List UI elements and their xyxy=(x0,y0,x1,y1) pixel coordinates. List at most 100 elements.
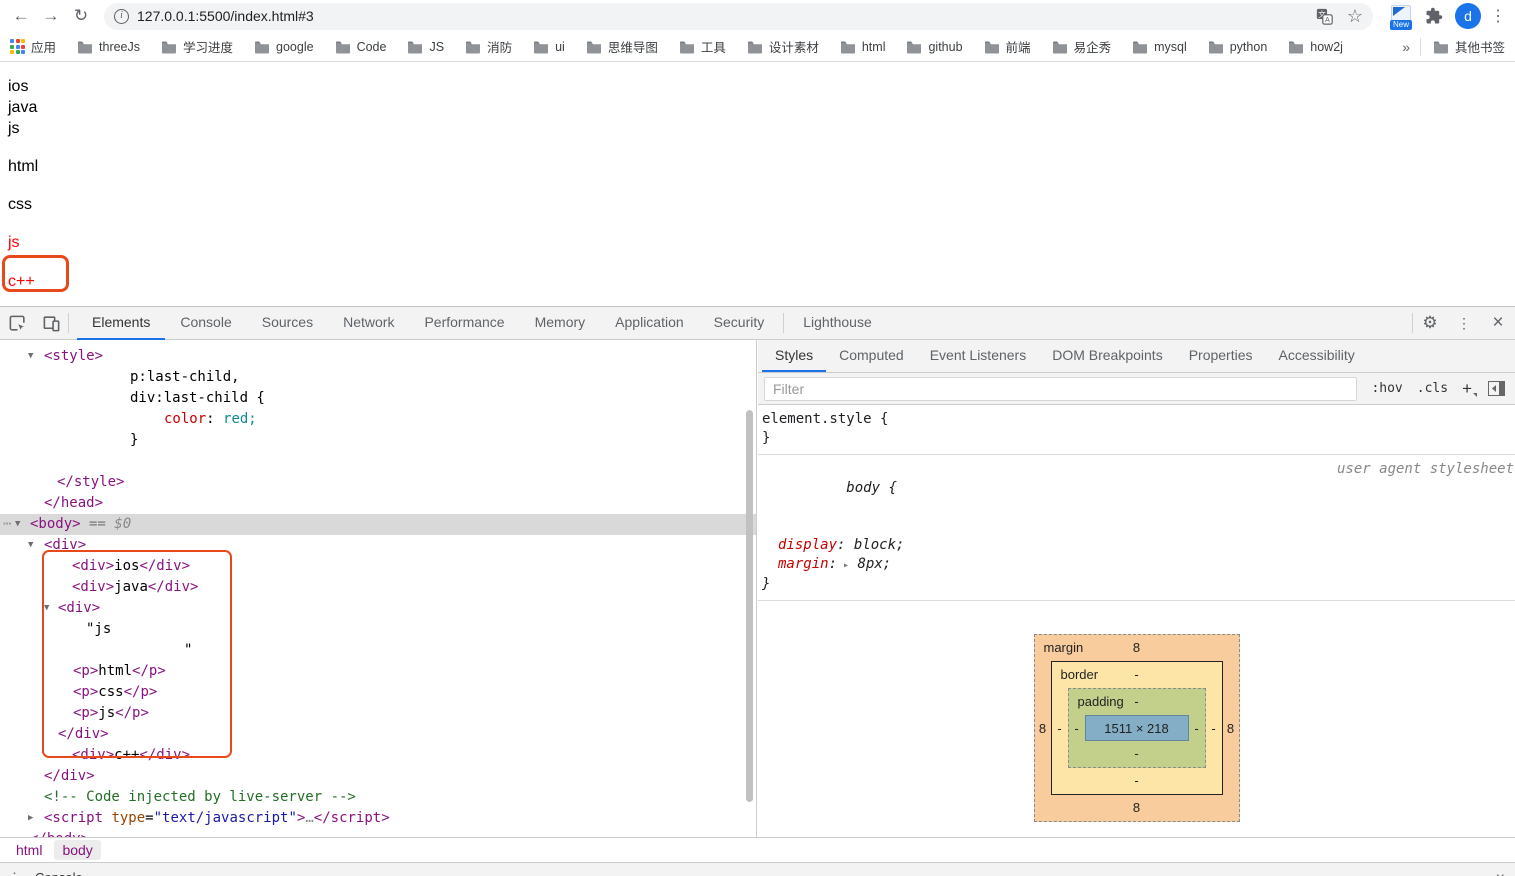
reload-icon[interactable]: ↻ xyxy=(66,2,96,30)
breadcrumb-html[interactable]: html xyxy=(8,840,50,860)
body-rule-section[interactable]: body { user agent stylesheet display: bl… xyxy=(758,455,1515,601)
bookmark-item[interactable]: mysql xyxy=(1132,40,1187,54)
bookmark-item[interactable]: html xyxy=(840,40,885,54)
devtools-tab-performance[interactable]: Performance xyxy=(409,307,519,340)
bookmark-item[interactable]: 前端 xyxy=(984,37,1031,56)
toggle-class-button[interactable]: .cls xyxy=(1417,381,1448,396)
dom-tree-line[interactable]: ▶ <script type="text/javascript">…</scrip… xyxy=(0,808,756,829)
margin-top-value[interactable]: 8 xyxy=(1133,640,1140,655)
border-top-value[interactable]: - xyxy=(1134,667,1138,682)
dom-tree-line[interactable]: ▼ <style> xyxy=(0,346,756,367)
bookmark-item[interactable]: 学习进度 xyxy=(161,37,233,56)
url-text[interactable]: 127.0.0.1:5500/index.html#3 xyxy=(137,8,314,24)
bookmark-item[interactable]: 设计素材 xyxy=(747,37,819,56)
translate-icon[interactable]: 文A xyxy=(1316,8,1333,25)
back-icon[interactable]: ← xyxy=(6,2,36,30)
devtools-tab-elements[interactable]: Elements xyxy=(77,307,166,340)
element-style-selector[interactable]: element.style { xyxy=(762,410,1511,429)
toggle-hover-state-button[interactable]: :hov xyxy=(1371,381,1402,396)
devtools-tab-sources[interactable]: Sources xyxy=(247,307,328,340)
styles-tab-dom-breakpoints[interactable]: DOM Breakpoints xyxy=(1039,340,1175,372)
expand-arrow-icon[interactable]: ▼ xyxy=(28,346,33,367)
dom-tree-line[interactable]: <!-- Code injected by live-server --> xyxy=(0,787,756,808)
margin-right-value[interactable]: 8 xyxy=(1223,721,1239,736)
styles-tab-event-listeners[interactable]: Event Listeners xyxy=(917,340,1040,372)
bookmark-item[interactable]: 消防 xyxy=(465,37,512,56)
box-model-margin[interactable]: margin 8 8 border - - padding - - 1511 ×… xyxy=(1033,634,1240,822)
margin-bottom-value[interactable]: 8 xyxy=(1133,800,1140,815)
body-rule-selector[interactable]: body { user agent stylesheet xyxy=(762,460,1514,536)
scrollbar-thumb[interactable] xyxy=(746,410,753,802)
dom-tree-line[interactable]: p:last-child, xyxy=(0,367,756,388)
margin-left-value[interactable]: 8 xyxy=(1035,721,1051,736)
dom-tree-line[interactable]: ⋯ ▼ <body> == $0 xyxy=(0,514,756,535)
collapse-arrow-icon[interactable]: ▶ xyxy=(28,808,33,829)
extensions-puzzle-icon[interactable] xyxy=(1425,7,1443,25)
console-drawer[interactable]: ⋮ Console × xyxy=(0,862,1515,876)
bookmark-item[interactable]: github xyxy=(906,40,963,54)
styles-tab-accessibility[interactable]: Accessibility xyxy=(1266,340,1368,372)
devtools-menu-icon[interactable]: ⋮ xyxy=(1447,307,1481,339)
dom-tree-line[interactable] xyxy=(0,451,756,472)
devtools-tab-memory[interactable]: Memory xyxy=(520,307,601,340)
box-model-diagram[interactable]: margin 8 8 border - - padding - - 1511 ×… xyxy=(758,634,1515,822)
expand-arrow-icon[interactable]: ▼ xyxy=(28,535,33,556)
css-declaration[interactable]: display: block; xyxy=(762,536,1511,555)
padding-right-value[interactable]: - xyxy=(1189,721,1205,736)
element-style-section[interactable]: element.style { } xyxy=(758,405,1515,455)
other-bookmarks-folder[interactable]: 其他书签 xyxy=(1433,37,1505,56)
styles-tab-computed[interactable]: Computed xyxy=(826,340,917,372)
devtools-close-icon[interactable]: × xyxy=(1481,307,1515,339)
bookmark-item[interactable]: 应用 xyxy=(10,37,56,56)
padding-top-value[interactable]: - xyxy=(1134,694,1138,709)
drawer-menu-icon[interactable]: ⋮ xyxy=(8,870,21,876)
box-model-padding[interactable]: padding - - 1511 × 218 - - xyxy=(1067,688,1206,768)
box-model-border[interactable]: border - - padding - - 1511 × 218 - - - … xyxy=(1050,661,1223,795)
dom-tree-line[interactable]: </div> xyxy=(0,766,756,787)
border-left-value[interactable]: - xyxy=(1052,721,1068,736)
dom-tree-line[interactable]: </head> xyxy=(0,493,756,514)
devtools-tab-network[interactable]: Network xyxy=(328,307,409,340)
bookmark-item[interactable]: Code xyxy=(335,40,386,54)
bookmark-item[interactable]: ui xyxy=(533,40,565,54)
bookmark-item[interactable]: google xyxy=(254,40,314,54)
device-toolbar-icon[interactable] xyxy=(34,307,68,339)
browser-menu-icon[interactable]: ⋮ xyxy=(1487,6,1509,26)
bookmark-item[interactable]: 工具 xyxy=(679,37,726,56)
bookmark-star-icon[interactable]: ☆ xyxy=(1347,6,1363,27)
dom-tree-line[interactable]: color: red; xyxy=(0,409,756,430)
devtools-tab-application[interactable]: Application xyxy=(600,307,699,340)
drawer-close-icon[interactable]: × xyxy=(1496,870,1505,876)
bookmark-item[interactable]: 易企秀 xyxy=(1052,37,1111,56)
bookmark-item[interactable]: how2j xyxy=(1288,40,1343,54)
dom-tree-line[interactable]: div:last-child { xyxy=(0,388,756,409)
devtools-tab-console[interactable]: Console xyxy=(165,307,246,340)
dom-tree-line[interactable]: } xyxy=(0,430,756,451)
padding-bottom-value[interactable]: - xyxy=(1134,746,1138,761)
screenshot-extension-icon[interactable]: New xyxy=(1389,4,1413,30)
settings-gear-icon[interactable]: ⚙ xyxy=(1413,307,1447,339)
elements-panel[interactable]: ▼ <style> p:last-child, div:last-child {col… xyxy=(0,340,757,837)
border-right-value[interactable]: - xyxy=(1206,721,1222,736)
bookmark-item[interactable]: 思维导图 xyxy=(586,37,658,56)
inspect-element-icon[interactable] xyxy=(0,307,34,339)
dom-tree-line[interactable]: </style> xyxy=(0,472,756,493)
new-style-rule-button[interactable]: + xyxy=(1462,379,1477,399)
styles-tab-styles[interactable]: Styles xyxy=(762,340,827,372)
bookmark-item[interactable]: threeJs xyxy=(77,40,140,54)
box-model-content[interactable]: 1511 × 218 xyxy=(1084,715,1189,741)
styles-filter-input[interactable] xyxy=(764,376,1358,401)
profile-avatar[interactable]: d xyxy=(1455,3,1481,29)
bookmarks-overflow-chevron[interactable]: » xyxy=(1392,39,1420,55)
address-bar[interactable]: i 127.0.0.1:5500/index.html#3 文A ☆ xyxy=(104,2,1373,30)
css-declaration[interactable]: margin: ▸ 8px; xyxy=(762,555,1511,575)
bookmark-item[interactable]: python xyxy=(1208,40,1267,54)
border-bottom-value[interactable]: - xyxy=(1134,773,1138,788)
forward-icon[interactable]: → xyxy=(36,2,66,30)
bookmark-item[interactable]: JS xyxy=(407,40,444,54)
computed-sidebar-toggle-icon[interactable] xyxy=(1488,381,1505,396)
padding-left-value[interactable]: - xyxy=(1069,721,1085,736)
devtools-tab-security[interactable]: Security xyxy=(699,307,780,340)
site-info-icon[interactable]: i xyxy=(114,8,129,24)
breadcrumb-body[interactable]: body xyxy=(54,840,101,860)
